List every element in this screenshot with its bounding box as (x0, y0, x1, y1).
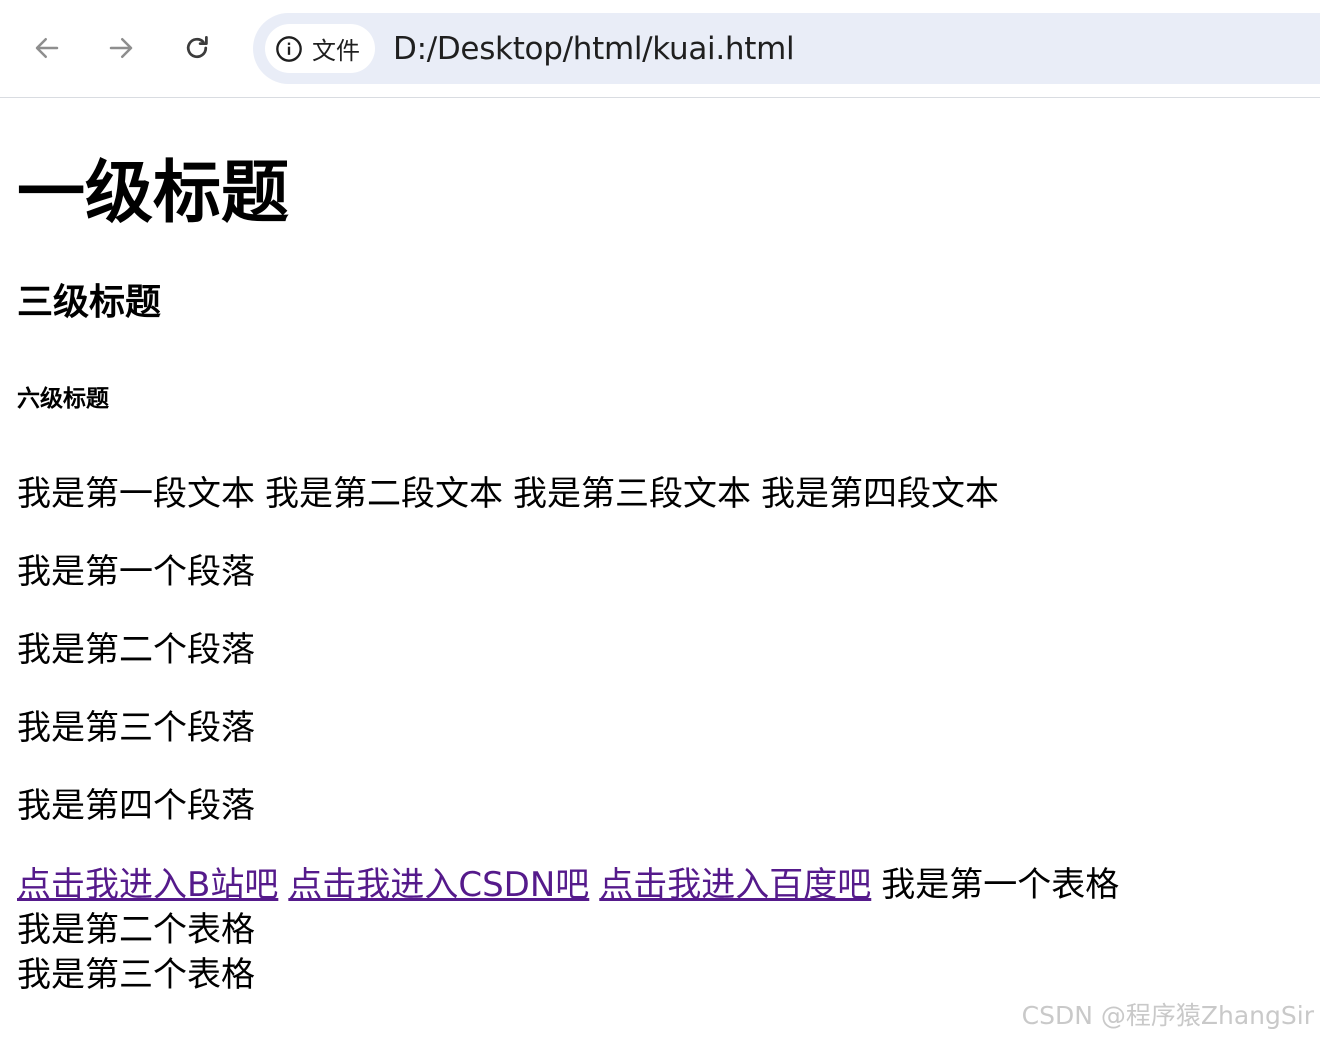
text-span: 我是第二段文本 (265, 474, 503, 514)
back-button[interactable] (25, 26, 69, 70)
baidu-link[interactable]: 点击我进入百度吧 (599, 865, 871, 905)
address-bar[interactable]: 文件 D:/Desktop/html/kuai.html (253, 13, 1320, 84)
text-span: 我是第四段文本 (761, 474, 999, 514)
watermark: CSDN @程序猿ZhangSir (1021, 1001, 1314, 1030)
heading-level-1: 一级标题 (17, 154, 290, 233)
links-row: 点击我进入B站吧 点击我进入CSDN吧 点击我进入百度吧 我是第一个表格 (17, 864, 1119, 906)
site-info-chip[interactable]: 文件 (265, 24, 375, 73)
table-text: 我是第二个表格 (17, 910, 255, 950)
site-chip-label: 文件 (312, 37, 360, 65)
forward-button[interactable] (99, 26, 143, 70)
reload-icon (186, 36, 208, 59)
bilibili-link[interactable]: 点击我进入B站吧 (17, 865, 278, 905)
text-span: 我是第三段文本 (513, 474, 751, 514)
heading-level-6: 六级标题 (17, 386, 109, 412)
arrow-left-icon (35, 38, 59, 58)
paragraph: 我是第四个段落 (17, 786, 255, 826)
paragraph: 我是第三个段落 (17, 708, 255, 748)
browser-toolbar: 文件 D:/Desktop/html/kuai.html (0, 0, 1320, 98)
csdn-link[interactable]: 点击我进入CSDN吧 (288, 865, 589, 905)
table-text: 我是第一个表格 (881, 865, 1120, 905)
paragraph: 我是第二个段落 (17, 630, 255, 670)
inline-text-row: 我是第一段文本 我是第二段文本 我是第三段文本 我是第四段文本 (17, 473, 1009, 515)
arrow-right-icon (109, 38, 133, 58)
paragraph: 我是第一个段落 (17, 552, 255, 592)
reload-button[interactable] (175, 26, 219, 70)
url-text[interactable]: D:/Desktop/html/kuai.html (393, 29, 795, 69)
heading-level-3: 三级标题 (17, 282, 162, 323)
info-circle-icon (276, 35, 302, 62)
text-span: 我是第一段文本 (17, 474, 255, 514)
table-text: 我是第三个表格 (17, 955, 255, 995)
